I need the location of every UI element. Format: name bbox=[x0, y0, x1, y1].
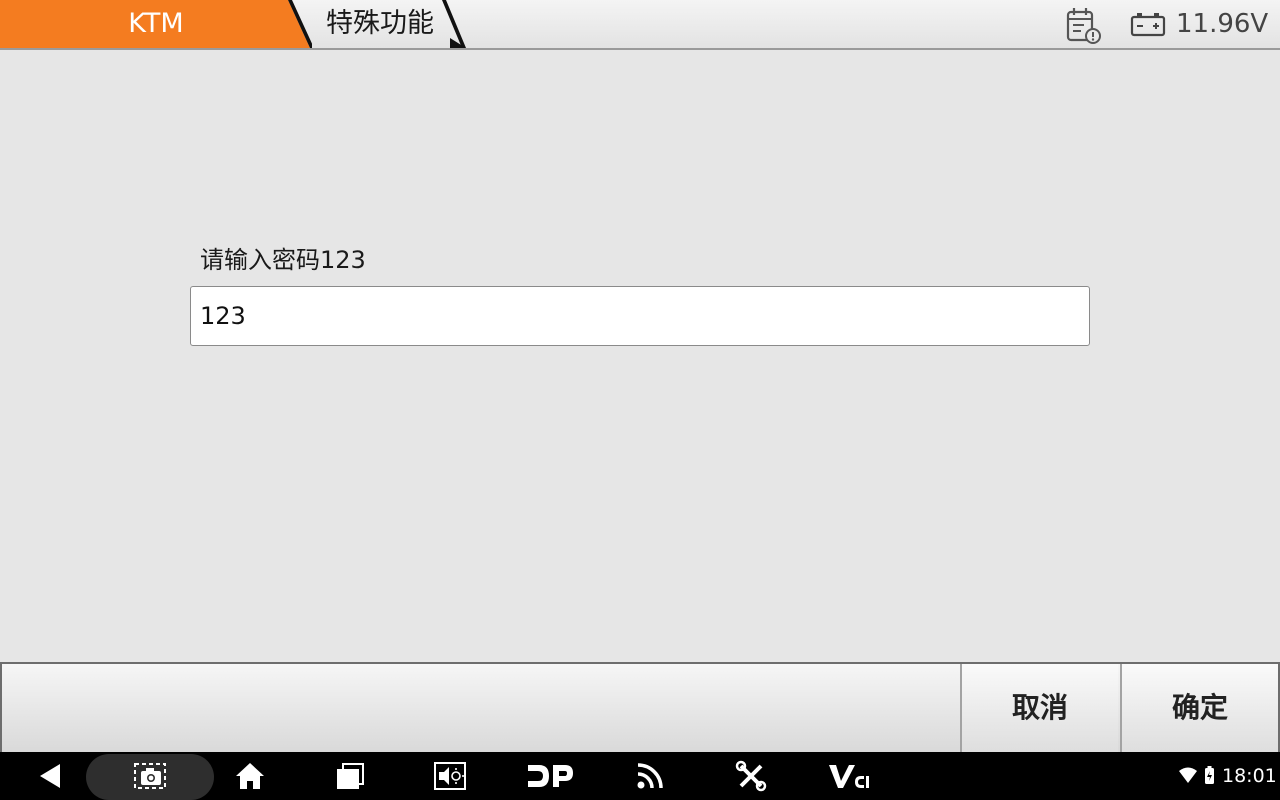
cancel-button[interactable]: 取消 bbox=[960, 664, 1118, 752]
action-bar: 取消 确定 bbox=[0, 662, 1280, 752]
confirm-button[interactable]: 确定 bbox=[1120, 664, 1278, 752]
breadcrumb-function-tab[interactable]: 特殊功能 bbox=[300, 0, 470, 48]
dp-icon[interactable] bbox=[524, 752, 576, 800]
toolbox-icon[interactable] bbox=[731, 752, 771, 800]
password-prompt-label: 请输入密码123 bbox=[200, 246, 366, 274]
report-calendar-icon[interactable] bbox=[1064, 6, 1102, 44]
remote-feed-icon[interactable] bbox=[630, 752, 670, 800]
vci-icon[interactable] bbox=[826, 752, 874, 800]
function-title: 特殊功能 bbox=[326, 8, 434, 39]
back-icon[interactable] bbox=[30, 752, 70, 800]
breadcrumb-brand-tab[interactable]: KTM bbox=[0, 0, 312, 48]
top-bar: KTM 特殊功能 11.96V bbox=[0, 0, 1280, 50]
status-clock: 18:01 bbox=[1222, 765, 1277, 787]
system-nav-bar: 18:01 bbox=[0, 752, 1280, 800]
recent-apps-icon[interactable] bbox=[332, 752, 368, 800]
screenshot-icon[interactable] bbox=[130, 752, 170, 800]
battery-voltage: 11.96V bbox=[1176, 9, 1269, 39]
password-input[interactable] bbox=[190, 286, 1090, 346]
battery-icon bbox=[1130, 12, 1168, 38]
brightness-icon[interactable] bbox=[430, 752, 470, 800]
home-icon[interactable] bbox=[232, 752, 268, 800]
wifi-battery-status-icon bbox=[1176, 752, 1220, 800]
brand-label: KTM bbox=[128, 8, 184, 39]
